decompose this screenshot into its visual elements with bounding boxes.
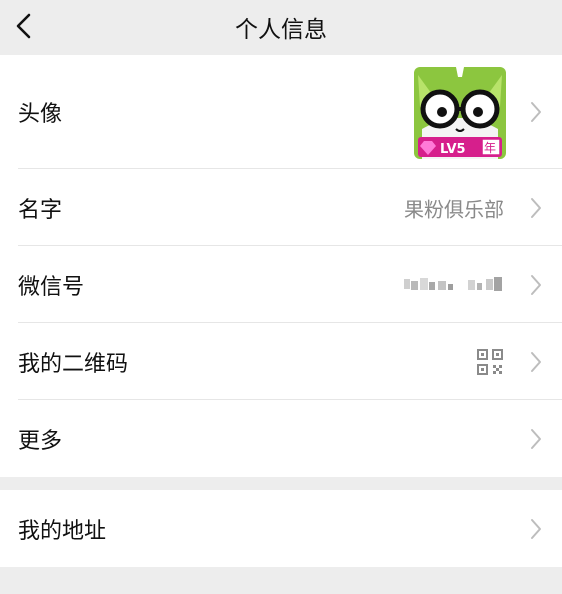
avatar-side-char: 年 xyxy=(484,141,496,155)
qr-code-row[interactable]: 我的二维码 xyxy=(0,323,562,400)
navigation-bar: 个人信息 xyxy=(0,0,562,54)
avatar-row[interactable]: 头像 LV5 年 xyxy=(0,55,562,169)
chevron-right-icon xyxy=(531,274,541,295)
name-label: 名字 xyxy=(18,197,63,223)
chevron-right-icon xyxy=(531,351,541,372)
more-row[interactable]: 更多 xyxy=(0,400,562,477)
avatar-badge-text: LV5 xyxy=(440,142,466,157)
wechat-id-row[interactable]: 微信号 xyxy=(0,246,562,323)
name-row[interactable]: 名字 果粉俱乐部 xyxy=(0,169,562,246)
address-row[interactable]: 我的地址 xyxy=(0,490,562,567)
address-group: 我的地址 xyxy=(0,490,562,567)
avatar[interactable]: LV5 年 xyxy=(414,67,506,159)
wechat-id-value-blurred xyxy=(404,276,502,291)
name-value: 果粉俱乐部 xyxy=(404,197,504,221)
page-title: 个人信息 xyxy=(235,17,327,43)
chevron-right-icon xyxy=(531,102,541,122)
qr-code-icon xyxy=(477,348,503,375)
chevron-right-icon xyxy=(531,518,541,539)
avatar-label: 头像 xyxy=(18,102,63,127)
qr-code-label: 我的二维码 xyxy=(18,351,129,377)
profile-group: 头像 LV5 年 名字 果粉俱乐部 微信号 我的二维码 更多 xyxy=(0,55,562,477)
chevron-right-icon xyxy=(531,428,541,449)
address-label: 我的地址 xyxy=(18,518,107,544)
chevron-right-icon xyxy=(531,197,541,218)
more-label: 更多 xyxy=(18,428,63,454)
wechat-id-label: 微信号 xyxy=(18,274,85,300)
